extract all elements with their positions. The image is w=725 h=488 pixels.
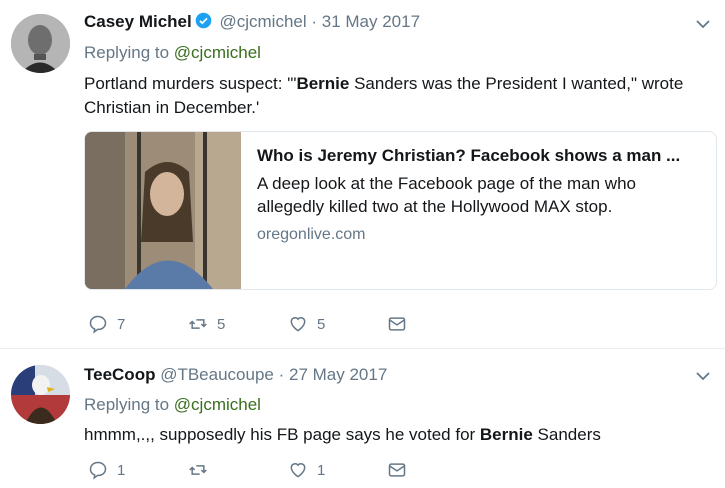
display-name[interactable]: TeeCoop (84, 365, 155, 384)
heart-icon (288, 460, 308, 480)
retweet-icon (188, 314, 208, 334)
envelope-icon (387, 314, 407, 334)
tweet-header: TeeCoop @TBeaucoupe · 27 May 2017 (84, 365, 387, 385)
retweet-button[interactable]: 5 (188, 314, 225, 334)
handle[interactable]: @cjcmichel (219, 12, 306, 31)
card-title[interactable]: Who is Jeremy Christian? Facebook shows … (257, 146, 707, 166)
timestamp[interactable]: · 27 May 2017 (279, 365, 388, 384)
card-image (85, 132, 241, 289)
replying-to-label: Replying to (84, 43, 174, 62)
tweet-text-part: hmmm,.,, supposedly his FB page says he … (84, 425, 480, 444)
reply-icon (88, 314, 108, 334)
direct-message-button[interactable] (387, 314, 407, 334)
like-count: 1 (317, 461, 326, 479)
replying-to: Replying to @cjcmichel (84, 395, 261, 415)
chevron-down-icon[interactable] (695, 368, 711, 384)
envelope-icon (387, 460, 407, 480)
reply-button[interactable]: 7 (88, 314, 125, 334)
tweet-text-highlight: Bernie (296, 74, 350, 93)
retweet-icon (188, 460, 208, 480)
verified-badge-icon (195, 12, 212, 29)
like-button[interactable]: 5 (288, 314, 325, 334)
chevron-down-icon[interactable] (695, 16, 711, 32)
replying-to-handle-link[interactable]: @cjcmichel (174, 43, 261, 62)
heart-icon (288, 314, 308, 334)
avatar[interactable] (11, 14, 70, 73)
handle[interactable]: @TBeaucoupe (160, 365, 274, 384)
reply-icon (88, 460, 108, 480)
card-domain: oregonlive.com (257, 226, 366, 243)
tweet-text: Portland murders suspect: '"Bernie Sande… (84, 72, 709, 120)
tweet-teecoop: TeeCoop @TBeaucoupe · 27 May 2017 Replyi… (0, 349, 725, 488)
tweet-text-part: Portland murders suspect: '" (84, 74, 297, 93)
direct-message-button[interactable] (387, 460, 407, 480)
avatar[interactable] (11, 365, 70, 424)
timestamp[interactable]: · 31 May 2017 (311, 12, 420, 31)
retweet-button[interactable] (188, 460, 217, 480)
retweet-count: 5 (217, 315, 226, 333)
tweet-casey-michel: Casey Michel @cjcmichel · 31 May 2017 Re… (0, 0, 725, 349)
tweet-header: Casey Michel @cjcmichel · 31 May 2017 (84, 12, 420, 32)
tweet-text-part: Sanders (532, 425, 601, 444)
link-card[interactable]: Who is Jeremy Christian? Facebook shows … (84, 131, 717, 290)
tweet-text-highlight: Bernie (479, 425, 533, 444)
tweet-text: hmmm,.,, supposedly his FB page says he … (84, 423, 709, 447)
like-count: 5 (317, 315, 326, 333)
replying-to-handle-link[interactable]: @cjcmichel (174, 395, 261, 414)
replying-to-label: Replying to (84, 395, 174, 414)
card-description: A deep look at the Facebook page of the … (257, 174, 636, 216)
like-button[interactable]: 1 (288, 460, 325, 480)
reply-count: 7 (117, 315, 126, 333)
reply-button[interactable]: 1 (88, 460, 125, 480)
card-body: Who is Jeremy Christian? Facebook shows … (257, 146, 707, 244)
reply-count: 1 (117, 461, 126, 479)
display-name[interactable]: Casey Michel (84, 12, 192, 31)
replying-to: Replying to @cjcmichel (84, 43, 261, 63)
